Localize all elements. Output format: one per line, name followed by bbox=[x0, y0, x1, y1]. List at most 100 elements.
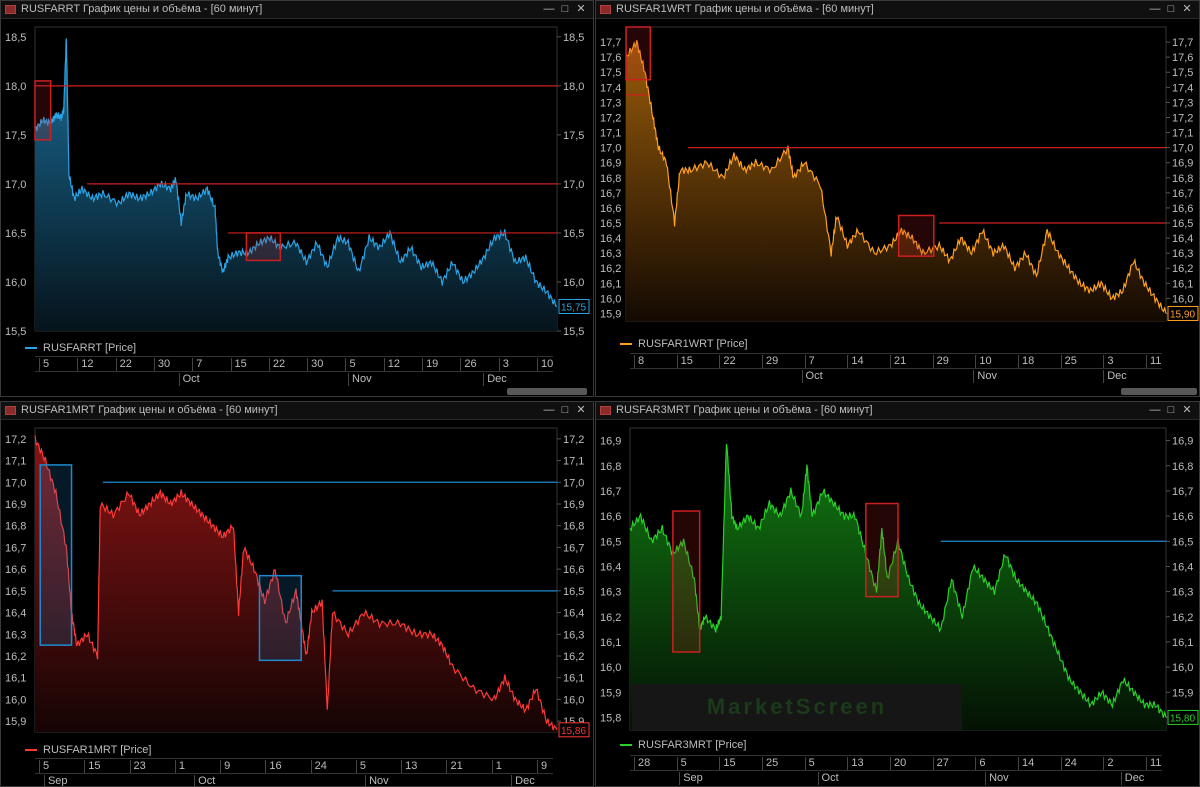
minimize-icon[interactable]: — bbox=[1147, 404, 1163, 416]
y-tick-label-right: 16,9 bbox=[1172, 436, 1193, 448]
x-tick-label: 24 bbox=[310, 760, 327, 773]
minimize-icon[interactable]: — bbox=[1147, 3, 1163, 15]
month-label: Nov bbox=[365, 775, 389, 787]
y-tick-label-right: 16,0 bbox=[563, 277, 584, 289]
y-tick-label-right: 16,6 bbox=[1172, 203, 1193, 215]
x-tick-label: 12 bbox=[383, 358, 401, 371]
y-tick-label-left: 16,5 bbox=[5, 228, 26, 240]
y-tick-label-left: 17,0 bbox=[5, 477, 26, 489]
x-tick-label: 15 bbox=[676, 355, 693, 368]
minimize-icon[interactable]: — bbox=[541, 404, 557, 416]
highlight-box bbox=[672, 510, 701, 653]
panel-title: RUSFARRT График цены и объёма - [60 мину… bbox=[21, 3, 263, 15]
y-tick-label-left: 16,5 bbox=[600, 536, 621, 548]
y-tick-label-left: 15,9 bbox=[5, 716, 26, 728]
price-chart[interactable]: 15,5 15,5 16,0 16,0 16,5 16,5 17,0 17,0 17,5 17,5… bbox=[1, 19, 594, 341]
time-axis: 8 15 22 29 7 14 21 29 10 18 25 3 11 Oct Nov Dec bbox=[630, 353, 1162, 383]
y-tick-label-right: 17,7 bbox=[1172, 37, 1193, 49]
chart-legend: RUSFARRT [Price] bbox=[25, 342, 136, 354]
legend-swatch bbox=[25, 749, 37, 752]
chart-panel-rusfar3mrt: RUSFAR3MRT График цены и объёма - [60 ми… bbox=[595, 401, 1200, 787]
y-tick-label-right: 16,7 bbox=[1172, 188, 1193, 200]
time-axis: 28 5 15 25 5 13 20 27 6 14 24 2 11 Sep Oct Nov Dec bbox=[630, 755, 1162, 785]
maximize-icon[interactable]: □ bbox=[557, 3, 573, 15]
y-tick-label-right: 16,1 bbox=[563, 673, 584, 685]
y-tick-label-left: 16,1 bbox=[600, 637, 621, 649]
minimize-icon[interactable]: — bbox=[541, 3, 557, 15]
y-tick-label-left: 16,4 bbox=[600, 561, 621, 573]
price-chart[interactable]: 15,915,916,016,016,116,116,216,216,316,3… bbox=[1, 420, 594, 738]
y-tick-label-left: 16,6 bbox=[600, 511, 621, 523]
x-tick-label: 21 bbox=[889, 355, 907, 368]
close-icon[interactable]: ✕ bbox=[573, 2, 589, 15]
close-icon[interactable]: ✕ bbox=[573, 403, 589, 416]
panel-title: RUSFAR3MRT График цены и объёма - [60 ми… bbox=[616, 404, 873, 416]
x-tick-label: 7 bbox=[804, 355, 815, 368]
y-tick-label-left: 16,8 bbox=[600, 173, 621, 185]
y-tick-label-left: 16,3 bbox=[5, 629, 26, 641]
maximize-icon[interactable]: □ bbox=[1163, 3, 1179, 15]
x-tick-label: 24 bbox=[1060, 757, 1077, 770]
maximize-icon[interactable]: □ bbox=[557, 404, 573, 416]
y-tick-label-left: 16,7 bbox=[600, 486, 621, 498]
y-tick-label-right: 16,0 bbox=[1172, 662, 1193, 674]
y-tick-label-right: 16,9 bbox=[563, 499, 584, 511]
x-tick-label: 14 bbox=[1017, 757, 1035, 770]
x-tick-label: 23 bbox=[129, 760, 146, 773]
y-tick-label-left: 16,9 bbox=[600, 158, 621, 170]
x-tick-label: 16 bbox=[265, 760, 282, 773]
y-tick-label-left: 16,0 bbox=[5, 694, 26, 706]
panel-titlebar[interactable]: RUSFAR3MRT График цены и объёма - [60 ми… bbox=[596, 402, 1199, 420]
month-label: Nov bbox=[973, 370, 997, 383]
y-tick-label-left: 16,2 bbox=[600, 263, 621, 275]
y-tick-label-right: 16,7 bbox=[563, 542, 584, 554]
x-tick-label: 30 bbox=[307, 358, 324, 371]
y-tick-label-left: 17,2 bbox=[5, 434, 26, 446]
time-axis: 5 15 23 1 9 16 24 5 13 21 1 9 Sep Oct Nov Dec bbox=[35, 758, 553, 787]
x-tick-label: 12 bbox=[77, 358, 94, 371]
price-chart[interactable]: 15,915,916,016,016,116,116,216,216,316,3… bbox=[596, 19, 1200, 325]
x-tick-label: 7 bbox=[192, 358, 203, 371]
x-tick-label: 5 bbox=[38, 358, 50, 371]
y-tick-label-right: 16,4 bbox=[1172, 233, 1193, 245]
month-label: Sep bbox=[679, 772, 703, 785]
y-tick-label-left: 16,9 bbox=[600, 436, 621, 448]
chart-panel-rusfar1mrt: RUSFAR1MRT График цены и объёма - [60 ми… bbox=[0, 401, 594, 787]
y-tick-label-right: 17,4 bbox=[1172, 82, 1193, 94]
y-tick-label-right: 16,7 bbox=[1172, 486, 1193, 498]
panel-titlebar[interactable]: RUSFARRT График цены и объёма - [60 мину… bbox=[1, 1, 593, 19]
y-tick-label-right: 16,5 bbox=[563, 228, 584, 240]
x-tick-label: 3 bbox=[1103, 355, 1114, 368]
maximize-icon[interactable]: □ bbox=[1163, 404, 1179, 416]
month-label: Oct bbox=[194, 775, 216, 787]
y-tick-label-right: 15,9 bbox=[1172, 687, 1193, 699]
close-icon[interactable]: ✕ bbox=[1179, 403, 1195, 416]
close-icon[interactable]: ✕ bbox=[1179, 2, 1195, 15]
y-tick-label-right: 17,5 bbox=[563, 130, 584, 142]
y-tick-label-left: 17,6 bbox=[600, 52, 621, 64]
y-tick-label-left: 16,0 bbox=[5, 277, 26, 289]
legend-label: RUSFAR1MRT [Price] bbox=[43, 744, 152, 756]
y-tick-label-left: 16,3 bbox=[600, 248, 621, 260]
y-tick-label-right: 16,3 bbox=[1172, 248, 1193, 260]
watermark-logo: MarketScreen bbox=[632, 684, 962, 730]
panel-title: RUSFAR1MRT График цены и объёма - [60 ми… bbox=[21, 404, 278, 416]
y-tick-label-right: 16,5 bbox=[563, 586, 584, 598]
x-tick-label: 5 bbox=[345, 358, 356, 371]
panel-titlebar[interactable]: RUSFAR1WRT График цены и объёма - [60 ми… bbox=[596, 1, 1199, 19]
y-tick-label-right: 17,1 bbox=[563, 456, 584, 468]
y-tick-label-left: 17,0 bbox=[600, 143, 621, 155]
panel-titlebar[interactable]: RUSFAR1MRT График цены и объёма - [60 ми… bbox=[1, 402, 593, 420]
month-label: Dec bbox=[1120, 772, 1145, 785]
horizontal-scrollbar[interactable] bbox=[507, 388, 587, 395]
y-tick-label-right: 16,5 bbox=[1172, 536, 1193, 548]
x-tick-label: 15 bbox=[84, 760, 101, 773]
horizontal-scrollbar[interactable] bbox=[1121, 388, 1197, 395]
y-tick-label-left: 18,0 bbox=[5, 81, 26, 93]
y-tick-label-right: 16,1 bbox=[1172, 278, 1193, 290]
x-tick-label: 5 bbox=[676, 757, 687, 770]
x-tick-label: 2 bbox=[1103, 757, 1114, 770]
y-tick-label-left: 16,6 bbox=[600, 203, 621, 215]
y-tick-label-right: 17,0 bbox=[563, 477, 584, 489]
y-tick-label-right: 17,0 bbox=[563, 179, 584, 191]
